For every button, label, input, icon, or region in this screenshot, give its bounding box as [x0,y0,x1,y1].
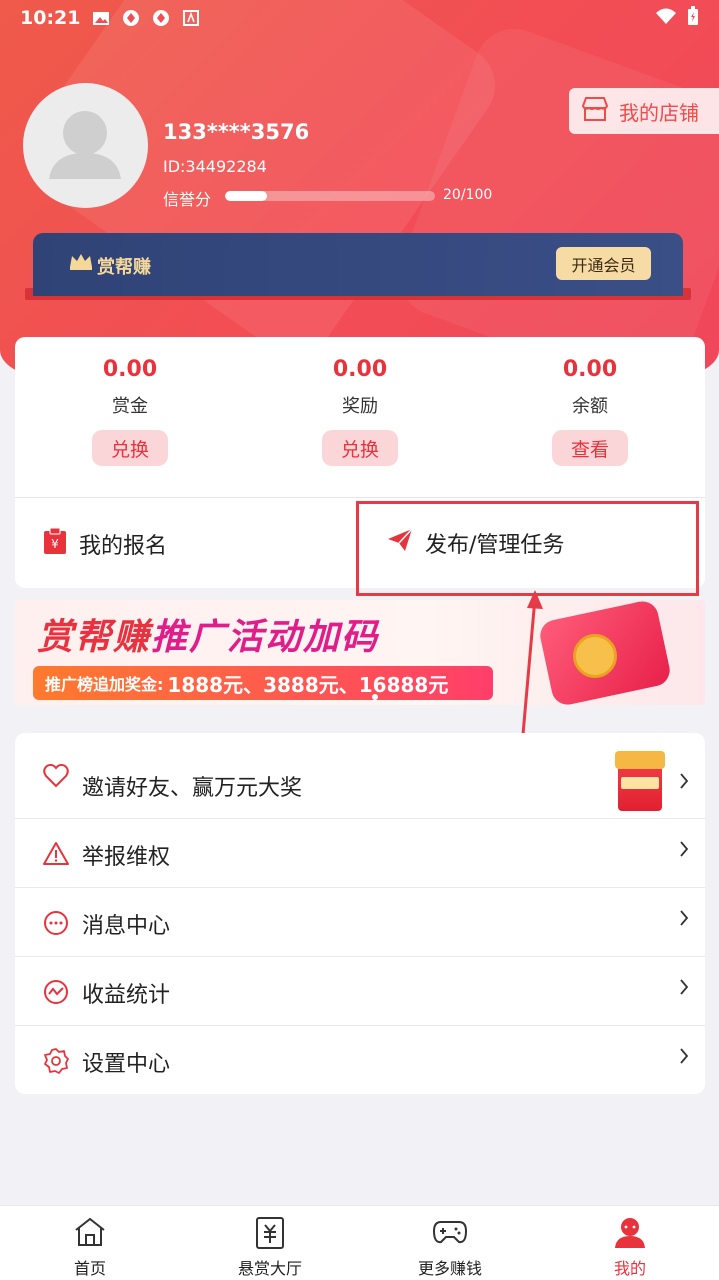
menu-label: 举报维权 [82,845,171,870]
tab-more-earn[interactable]: 更多赚钱 [360,1206,540,1280]
menu-label: 收益统计 [82,983,171,1008]
credit-progress-fill [225,191,267,201]
balance-label: 余额 [572,396,608,417]
menu-item-settings[interactable]: 设置中心 [15,1026,705,1095]
tab-bounty-hall[interactable]: 悬赏大厅 [180,1206,360,1280]
promo-banner[interactable]: 赏帮赚推广活动加码 推广榜追加奖金: 1888元、3888元、16888元 [15,600,705,705]
message-icon [43,910,69,936]
reward-exchange-button[interactable]: 兑换 [322,430,398,466]
menu-label: 邀请好友、赢万元大奖 [82,776,303,801]
carousel-dot [372,694,378,700]
balance-view-button[interactable]: 查看 [552,430,628,466]
wallet-balance: 0.00 余额 查看 [475,337,705,466]
reward-amount: 0.00 [332,357,388,382]
tab-label: 我的 [613,1259,646,1278]
warning-icon [43,841,69,867]
wallet-reward: 0.00 奖励 兑换 [245,337,475,466]
open-vip-button[interactable]: 开通会员 [556,247,651,280]
crown-icon [68,251,94,275]
banner-title-brand: 赏帮赚 [37,617,152,658]
yuan-doc-icon [253,1216,287,1254]
username: 133****3576 [163,120,310,144]
tab-label: 更多赚钱 [417,1259,482,1278]
chevron-right-icon [679,979,689,999]
wifi-icon [655,7,677,30]
heart-icon [43,763,69,789]
reward-label: 奖励 [342,396,378,417]
gallery-icon [92,9,110,27]
user-icon [613,1216,647,1254]
app-icon [122,9,140,27]
highlight-box [356,501,699,596]
bounty-label: 赏金 [112,396,148,417]
credit-label: 信誉分 [163,190,212,209]
menu-item-earnings[interactable]: 收益统计 [15,957,705,1026]
gear-icon [43,1048,69,1074]
chevron-right-icon [679,910,689,930]
chevron-right-icon [679,773,689,793]
credit-progress-bar [225,191,435,201]
vip-card[interactable]: 赏帮赚 开通会员 [33,233,683,296]
svg-text:¥: ¥ [51,537,59,551]
banner-title: 赏帮赚推广活动加码 [37,608,379,660]
menu-item-messages[interactable]: 消息中心 [15,888,705,957]
bottom-tab-bar: 首页 悬赏大厅 更多赚钱 我的 [0,1205,719,1280]
red-packet-icon [615,751,665,811]
battery-icon [687,6,699,31]
avatar[interactable] [23,83,148,208]
menu-label: 消息中心 [82,914,171,939]
chevron-right-icon [679,1048,689,1068]
my-signup-label: 我的报名 [79,534,168,559]
shop-icon [581,96,609,127]
tab-label: 首页 [73,1259,106,1278]
tab-label: 悬赏大厅 [237,1259,302,1278]
home-icon [73,1216,107,1252]
clipboard-yuan-icon: ¥ [43,527,67,561]
coin-icon [573,634,617,678]
my-shop-button[interactable]: 我的店铺 [569,88,719,134]
credit-value: 20/100 [443,187,493,203]
wallet-bounty: 0.00 赏金 兑换 [15,337,245,466]
banner-strip-amounts: 1888元、3888元、16888元 [167,672,449,697]
menu-card: 邀请好友、赢万元大奖 举报维权 消息中心 收益统计 设置中心 [15,733,705,1094]
chevron-right-icon [679,841,689,861]
vip-title: 赏帮赚 [97,257,151,278]
my-signup-button[interactable]: ¥ 我的报名 [43,527,167,561]
menu-label: 设置中心 [82,1052,171,1077]
menu-item-invite[interactable]: 邀请好友、赢万元大奖 [15,733,705,819]
balance-amount: 0.00 [562,357,618,382]
banner-strip: 推广榜追加奖金: 1888元、3888元、16888元 [33,666,493,700]
menu-item-report[interactable]: 举报维权 [15,819,705,888]
banner-strip-label: 推广榜追加奖金: [45,675,164,694]
status-bar: 10:21 [0,0,719,36]
divider [15,497,705,498]
tab-home[interactable]: 首页 [0,1206,180,1280]
tab-mine[interactable]: 我的 [540,1206,719,1280]
banner-title-promo: 推广活动加码 [151,617,380,658]
gamepad-icon [432,1216,468,1250]
chart-icon [43,979,69,1005]
bounty-exchange-button[interactable]: 兑换 [92,430,168,466]
status-time: 10:21 [20,7,81,29]
user-id: ID:34492284 [163,157,267,176]
default-avatar-icon [49,111,121,179]
bounty-amount: 0.00 [102,357,158,382]
font-icon [182,9,200,27]
my-shop-label: 我的店铺 [619,100,699,125]
app-icon [152,9,170,27]
